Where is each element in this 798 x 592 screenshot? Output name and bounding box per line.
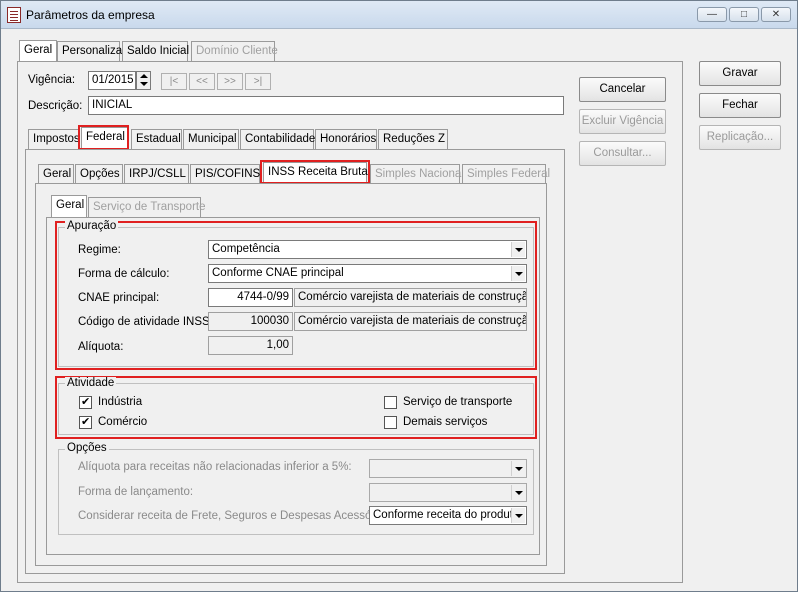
- highlight-inss-tab: [260, 160, 370, 184]
- fechar-button[interactable]: Fechar: [699, 93, 781, 118]
- considerar-receita-label: Considerar receita de Frete, Seguros e D…: [78, 510, 394, 522]
- aliquota-label: Alíquota:: [78, 341, 124, 353]
- tab-saldo-inicial[interactable]: Saldo Inicial: [122, 41, 189, 61]
- tab-honorarios[interactable]: Honorários: [315, 129, 377, 149]
- cnae-code-input[interactable]: 4744-0/99: [208, 288, 293, 307]
- tab-geral[interactable]: Geral: [19, 40, 57, 62]
- tab-inss-geral[interactable]: Geral: [51, 195, 87, 217]
- tab-dominio-cliente[interactable]: Domínio Cliente: [191, 41, 278, 61]
- demais-servicos-label: Demais serviços: [403, 416, 488, 428]
- demais-servicos-checkbox[interactable]: [384, 416, 397, 429]
- tab-pis-cofins[interactable]: PIS/COFINS: [190, 164, 260, 184]
- title-bar: Parâmetros da empresa — □ ✕: [1, 1, 797, 29]
- opcoes-title: Opções: [65, 442, 109, 454]
- tab-servico-transporte[interactable]: Serviço de Transporte: [88, 197, 206, 217]
- last-vigencia-button[interactable]: >|: [245, 73, 271, 90]
- next-vigencia-button[interactable]: >>: [217, 73, 243, 90]
- industria-checkbox[interactable]: [79, 395, 92, 409]
- comercio-label: Comércio: [98, 416, 148, 428]
- considerar-receita-value: Conforme receita do produto/: [373, 509, 523, 521]
- tab-municipal[interactable]: Municipal: [183, 129, 239, 149]
- atividade-title: Atividade: [65, 377, 117, 389]
- regime-value: Competência: [212, 243, 280, 255]
- aliquota-value: 1,00: [208, 336, 293, 355]
- apuracao-title: Apuração: [65, 220, 119, 232]
- gravar-button[interactable]: Gravar: [699, 61, 781, 86]
- prev-vigencia-button[interactable]: <<: [189, 73, 215, 90]
- cnae-description: Comércio varejista de materiais de const…: [294, 288, 527, 307]
- chevron-down-icon: [511, 461, 525, 476]
- highlight-federal-tab: [78, 125, 129, 150]
- considerar-receita-select[interactable]: Conforme receita do produto/: [369, 506, 527, 525]
- chevron-down-icon: [511, 266, 525, 281]
- minimize-button[interactable]: —: [697, 7, 727, 22]
- vigencia-input[interactable]: 01/2015: [88, 71, 136, 90]
- vigencia-label: Vigência:: [28, 74, 76, 86]
- servico-transporte-checkbox[interactable]: [384, 396, 397, 409]
- chevron-down-icon: [511, 485, 525, 500]
- regime-label: Regime:: [78, 244, 121, 256]
- tab-estadual[interactable]: Estadual: [131, 129, 182, 149]
- tab-reducoes-z[interactable]: Reduções Z: [378, 129, 448, 149]
- app-document-icon: [7, 7, 21, 23]
- aliquota-receitas-label: Alíquota para receitas não relacionadas …: [78, 461, 352, 473]
- parametros-window: Parâmetros da empresa — □ ✕ Geral Person…: [0, 0, 798, 592]
- forma-calculo-select[interactable]: Conforme CNAE principal: [208, 264, 527, 283]
- forma-lancamento-select[interactable]: [369, 483, 527, 502]
- tab-opcoes[interactable]: Opções: [75, 164, 123, 184]
- codigo-inss-description: Comércio varejista de materiais de const…: [294, 312, 527, 331]
- window-title: Parâmetros da empresa: [26, 8, 155, 22]
- first-vigencia-button[interactable]: |<: [161, 73, 187, 90]
- vigencia-spinner[interactable]: [136, 71, 151, 90]
- maximize-button[interactable]: □: [729, 7, 759, 22]
- descricao-input[interactable]: INICIAL: [88, 96, 564, 115]
- excluir-vigencia-button[interactable]: Excluir Vigência: [579, 109, 666, 134]
- tab-federal-geral[interactable]: Geral: [38, 164, 74, 184]
- servico-transporte-label: Serviço de transporte: [403, 396, 513, 408]
- aliquota-receitas-select[interactable]: [369, 459, 527, 478]
- tab-simples-federal[interactable]: Simples Federal: [462, 164, 550, 184]
- codigo-inss-input: 100030: [208, 312, 293, 331]
- tab-contabilidade[interactable]: Contabilidade: [240, 129, 315, 149]
- cancelar-button[interactable]: Cancelar: [579, 77, 666, 102]
- forma-lancamento-label: Forma de lançamento:: [78, 486, 194, 498]
- tab-personaliza[interactable]: Personaliza: [57, 41, 122, 61]
- close-button[interactable]: ✕: [761, 7, 791, 22]
- codigo-inss-label: Código de atividade INSS:: [78, 316, 213, 328]
- tab-impostos[interactable]: Impostos: [28, 129, 80, 149]
- chevron-down-icon: [511, 242, 525, 257]
- forma-calculo-value: Conforme CNAE principal: [212, 267, 344, 279]
- regime-select[interactable]: Competência: [208, 240, 527, 259]
- industria-label: Indústria: [98, 396, 143, 408]
- forma-calculo-label: Forma de cálculo:: [78, 268, 170, 280]
- descricao-label: Descrição:: [28, 100, 83, 112]
- replicacao-button[interactable]: Replicação...: [699, 125, 781, 150]
- consultar-button[interactable]: Consultar...: [579, 141, 666, 166]
- chevron-down-icon: [511, 508, 525, 523]
- tab-irpj-csll[interactable]: IRPJ/CSLL: [124, 164, 189, 184]
- cnae-label: CNAE principal:: [78, 292, 160, 304]
- tab-simples-nacional[interactable]: Simples Nacional: [370, 164, 464, 184]
- comercio-checkbox[interactable]: [79, 415, 92, 429]
